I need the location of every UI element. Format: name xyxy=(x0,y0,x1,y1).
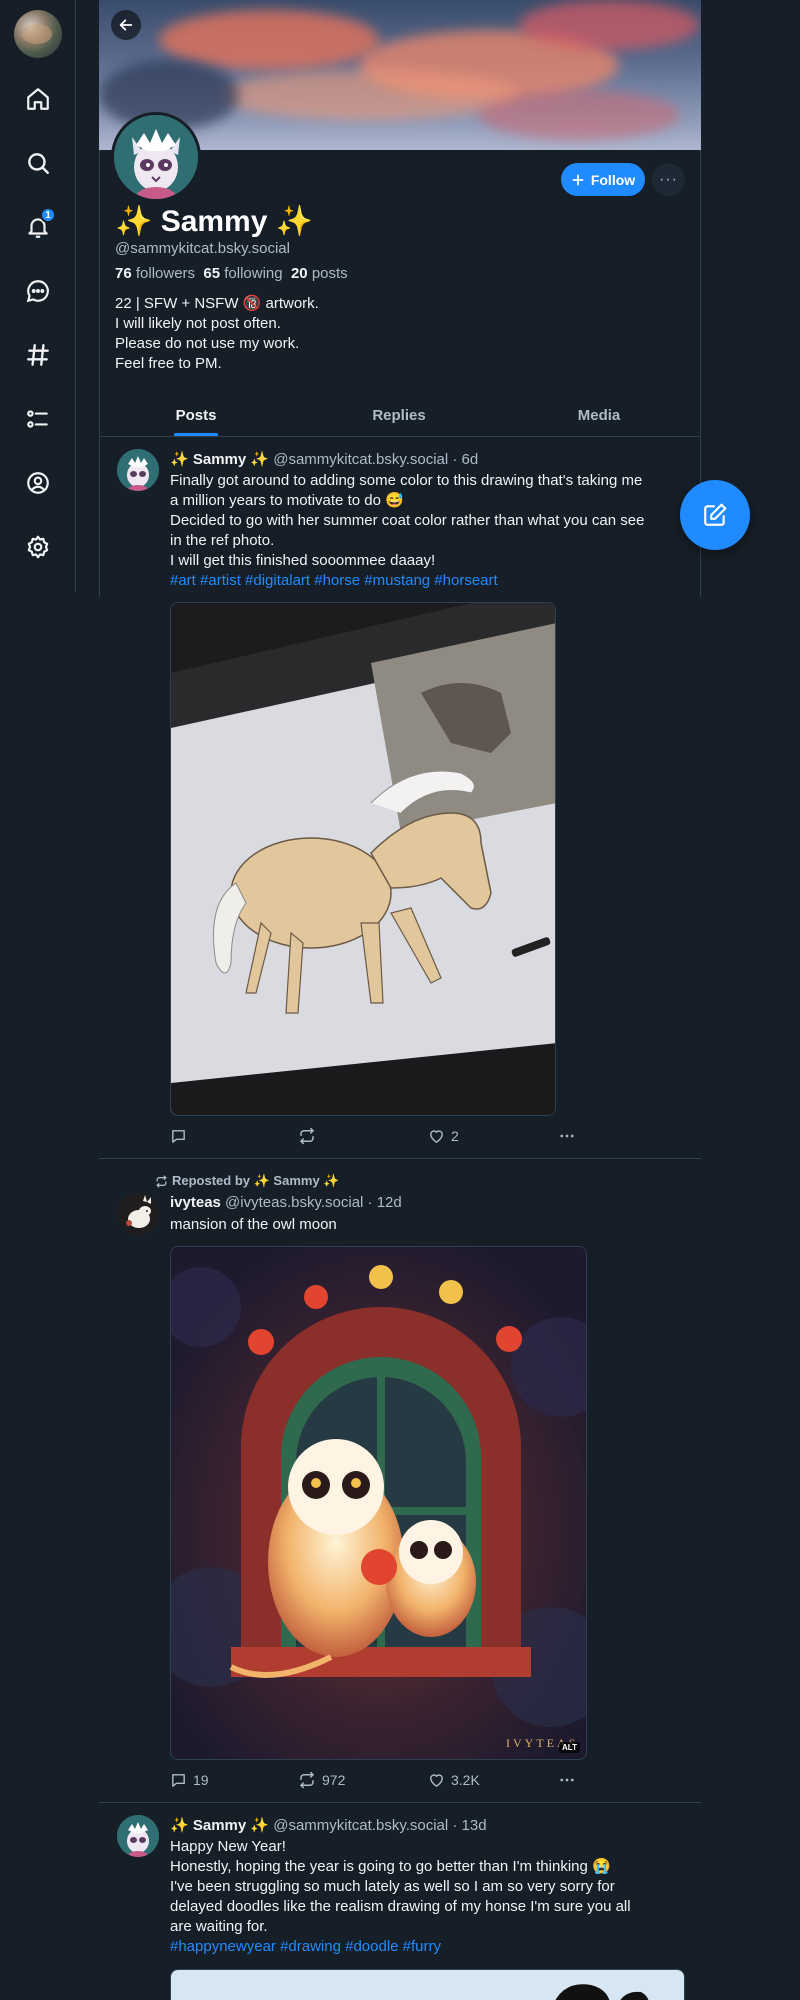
reposted-by-label: Reposted by ✨ Sammy ✨ xyxy=(172,1173,340,1188)
post-actions: 2 xyxy=(170,1125,590,1147)
repost-count: 972 xyxy=(322,1772,346,1788)
post-line: delayed doodles like the realism drawing… xyxy=(170,1898,631,1915)
post-text: Finally got around to adding some color … xyxy=(170,471,690,591)
ellipsis-icon xyxy=(560,1778,574,1782)
profile-stats: 76 followers 65 following 20 posts xyxy=(115,265,348,282)
post-author-handle[interactable]: @sammykitcat.bsky.social xyxy=(273,1817,448,1834)
current-user-avatar[interactable] xyxy=(14,10,62,58)
repost-icon xyxy=(300,1771,314,1789)
alt-badge[interactable]: ALT xyxy=(559,1742,580,1753)
compose-icon xyxy=(704,503,727,526)
post-line: Decided to go with her summer coat color… xyxy=(170,512,645,529)
reply-button[interactable] xyxy=(170,1125,193,1147)
post-image[interactable]: IVYTEAS ALT xyxy=(170,1246,587,1760)
post-line: I will get this finished sooommee daaay! xyxy=(170,552,436,569)
post-image[interactable] xyxy=(170,1969,685,2000)
post-author-name[interactable]: ✨ Sammy ✨ xyxy=(170,1817,269,1834)
post-line: Happy New Year! xyxy=(170,1838,286,1855)
post-image[interactable] xyxy=(170,602,556,1116)
post-divider xyxy=(99,1158,701,1159)
reply-count: 19 xyxy=(193,1772,209,1788)
back-button[interactable] xyxy=(111,10,141,40)
feeds-icon[interactable] xyxy=(14,395,62,443)
heart-icon xyxy=(430,1773,443,1787)
post-actions: 19 972 3.2K xyxy=(170,1769,590,1791)
ellipsis-icon: ··· xyxy=(659,170,678,188)
notification-badge: 1 xyxy=(40,207,56,223)
reply-button[interactable]: 19 xyxy=(170,1769,209,1791)
profile-tabs: Posts Replies Media xyxy=(99,393,701,437)
gear-icon[interactable] xyxy=(14,523,62,571)
left-nav: 1 xyxy=(0,0,76,592)
repost-icon xyxy=(300,1127,314,1145)
post-timestamp[interactable]: · 13d xyxy=(452,1817,486,1834)
post-header: ivyteas @ivyteas.bsky.social · 12d xyxy=(170,1194,402,1211)
post-header: ✨ Sammy ✨ @sammykitcat.bsky.social · 6d xyxy=(170,450,478,468)
post-author-handle[interactable]: @sammykitcat.bsky.social xyxy=(273,451,448,468)
like-count: 3.2K xyxy=(451,1772,480,1788)
reposted-by[interactable]: Reposted by ✨ Sammy ✨ xyxy=(155,1173,339,1189)
post-author-name[interactable]: ✨ Sammy ✨ xyxy=(170,451,269,468)
post-line: a million years to motivate to do 😅 xyxy=(170,492,404,509)
plus-icon xyxy=(572,173,584,186)
active-tab-indicator xyxy=(174,433,218,436)
post-line: Honestly, hoping the year is going to go… xyxy=(170,1858,611,1875)
bio-line: 22 | SFW + NSFW 🔞 artwork. xyxy=(115,295,319,312)
chat-icon[interactable] xyxy=(14,267,62,315)
post-timestamp[interactable]: · 12d xyxy=(368,1194,402,1211)
heart-icon xyxy=(430,1129,443,1143)
home-icon[interactable] xyxy=(14,75,62,123)
tab-media[interactable]: Media xyxy=(549,393,649,437)
bell-icon[interactable]: 1 xyxy=(14,203,62,251)
post-author-avatar[interactable] xyxy=(117,1815,159,1857)
like-button[interactable]: 3.2K xyxy=(428,1769,480,1791)
repost-icon xyxy=(156,1174,167,1188)
post-timestamp[interactable]: · 6d xyxy=(452,451,478,468)
post-line: in the ref photo. xyxy=(170,532,275,549)
post-author-handle[interactable]: @ivyteas.bsky.social xyxy=(225,1194,363,1211)
tab-replies[interactable]: Replies xyxy=(349,393,449,437)
search-icon[interactable] xyxy=(14,139,62,187)
followers-link[interactable]: 76 followers xyxy=(115,265,195,282)
following-link[interactable]: 65 following xyxy=(203,265,282,282)
posts-count: 20 posts xyxy=(290,265,348,282)
post-text: mansion of the owl moon xyxy=(170,1215,690,1235)
post-hashtags[interactable]: #art #artist #digitalart #horse #mustang… xyxy=(170,571,690,591)
profile-handle: @sammykitcat.bsky.social xyxy=(115,240,290,257)
follow-label: Follow xyxy=(590,171,636,188)
post-header: ✨ Sammy ✨ @sammykitcat.bsky.social · 13d xyxy=(170,1816,487,1834)
post-text: Happy New Year! Honestly, hoping the yea… xyxy=(170,1837,690,1957)
post-divider xyxy=(99,1802,701,1803)
tab-posts[interactable]: Posts xyxy=(149,393,243,437)
reply-icon xyxy=(172,1773,185,1787)
post-author-avatar[interactable] xyxy=(117,449,159,491)
post-line: I've been struggling so much lately as w… xyxy=(170,1878,615,1895)
post-author-avatar[interactable] xyxy=(117,1193,159,1235)
post-more-button[interactable] xyxy=(558,1769,576,1791)
hashtag-icon[interactable] xyxy=(14,331,62,379)
post-line: mansion of the owl moon xyxy=(170,1216,337,1233)
compose-button[interactable] xyxy=(680,480,750,550)
bio-line: Feel free to PM. xyxy=(115,355,222,372)
post-more-button[interactable] xyxy=(558,1125,576,1147)
post-author-name[interactable]: ivyteas xyxy=(170,1194,221,1211)
post-line: Finally got around to adding some color … xyxy=(170,472,643,489)
bio-line: Please do not use my work. xyxy=(115,335,300,352)
reply-icon xyxy=(172,1129,185,1143)
post-line: are waiting for. xyxy=(170,1918,268,1935)
like-button[interactable]: 2 xyxy=(428,1125,459,1147)
post-hashtags[interactable]: #happynewyear #drawing #doodle #furry xyxy=(170,1937,690,1957)
ellipsis-icon xyxy=(560,1134,574,1138)
repost-button[interactable] xyxy=(298,1125,322,1147)
like-count: 2 xyxy=(451,1128,459,1144)
repost-button[interactable]: 972 xyxy=(298,1769,345,1791)
profile-more-button[interactable]: ··· xyxy=(652,163,685,196)
profile-avatar[interactable] xyxy=(111,112,201,202)
bio-line: I will likely not post often. xyxy=(115,315,281,332)
profile-bio: 22 | SFW + NSFW 🔞 artwork. I will likely… xyxy=(115,294,319,374)
profile-icon[interactable] xyxy=(14,459,62,507)
display-name: ✨ Sammy ✨ xyxy=(115,205,314,238)
follow-button[interactable]: Follow xyxy=(561,163,645,196)
